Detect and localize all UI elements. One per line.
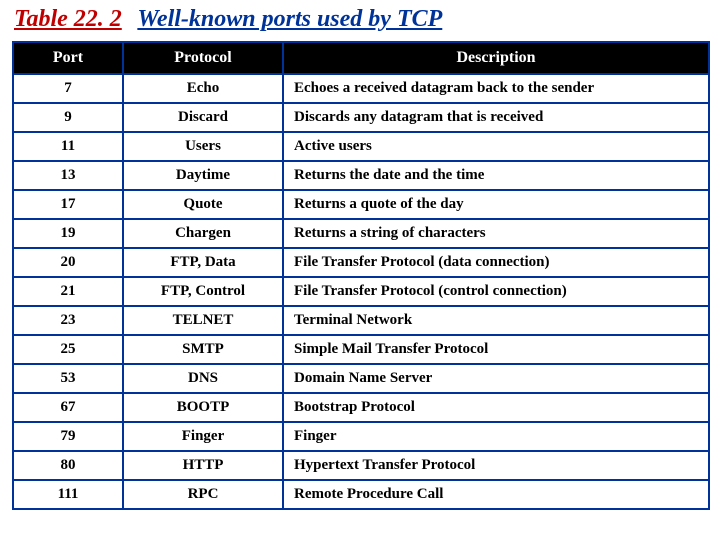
cell-protocol: Quote [123, 190, 283, 219]
cell-description: Discards any datagram that is received [283, 103, 709, 132]
cell-port: 13 [13, 161, 123, 190]
cell-port: 79 [13, 422, 123, 451]
cell-port: 7 [13, 74, 123, 103]
cell-description: Hypertext Transfer Protocol [283, 451, 709, 480]
cell-port: 53 [13, 364, 123, 393]
table-row: 67BOOTPBootstrap Protocol [13, 393, 709, 422]
cell-protocol: RPC [123, 480, 283, 509]
cell-description: File Transfer Protocol (data connection) [283, 248, 709, 277]
col-header-protocol: Protocol [123, 42, 283, 74]
cell-port: 11 [13, 132, 123, 161]
cell-description: Remote Procedure Call [283, 480, 709, 509]
cell-description: Terminal Network [283, 306, 709, 335]
cell-description: Returns the date and the time [283, 161, 709, 190]
cell-description: Echoes a received datagram back to the s… [283, 74, 709, 103]
cell-protocol: Daytime [123, 161, 283, 190]
cell-protocol: Users [123, 132, 283, 161]
cell-port: 111 [13, 480, 123, 509]
cell-port: 21 [13, 277, 123, 306]
cell-protocol: Chargen [123, 219, 283, 248]
table-row: 17QuoteReturns a quote of the day [13, 190, 709, 219]
table-header-row: Port Protocol Description [13, 42, 709, 74]
table-row: 80HTTPHypertext Transfer Protocol [13, 451, 709, 480]
table-row: 11UsersActive users [13, 132, 709, 161]
cell-port: 80 [13, 451, 123, 480]
table-row: 19ChargenReturns a string of characters [13, 219, 709, 248]
cell-description: Finger [283, 422, 709, 451]
table-caption: Well-known ports used by TCP [137, 6, 442, 32]
cell-protocol: FTP, Data [123, 248, 283, 277]
cell-description: Returns a string of characters [283, 219, 709, 248]
cell-port: 67 [13, 393, 123, 422]
table-number: Table 22. 2 [14, 6, 132, 32]
cell-protocol: Finger [123, 422, 283, 451]
table-row: 21FTP, ControlFile Transfer Protocol (co… [13, 277, 709, 306]
table-title: Table 22. 2 Well-known ports used by TCP [14, 6, 708, 33]
table-row: 53DNSDomain Name Server [13, 364, 709, 393]
cell-description: Returns a quote of the day [283, 190, 709, 219]
col-header-port: Port [13, 42, 123, 74]
table-row: 79FingerFinger [13, 422, 709, 451]
cell-protocol: BOOTP [123, 393, 283, 422]
cell-protocol: Discard [123, 103, 283, 132]
table-row: 13DaytimeReturns the date and the time [13, 161, 709, 190]
cell-protocol: DNS [123, 364, 283, 393]
cell-port: 19 [13, 219, 123, 248]
cell-protocol: SMTP [123, 335, 283, 364]
table-row: 7EchoEchoes a received datagram back to … [13, 74, 709, 103]
cell-protocol: HTTP [123, 451, 283, 480]
cell-protocol: FTP, Control [123, 277, 283, 306]
table-row: 9DiscardDiscards any datagram that is re… [13, 103, 709, 132]
cell-port: 20 [13, 248, 123, 277]
cell-description: Domain Name Server [283, 364, 709, 393]
cell-protocol: Echo [123, 74, 283, 103]
cell-description: Active users [283, 132, 709, 161]
table-row: 20FTP, DataFile Transfer Protocol (data … [13, 248, 709, 277]
table-row: 111RPCRemote Procedure Call [13, 480, 709, 509]
cell-port: 9 [13, 103, 123, 132]
ports-table: Port Protocol Description 7EchoEchoes a … [12, 41, 710, 510]
table-row: 25SMTPSimple Mail Transfer Protocol [13, 335, 709, 364]
col-header-description: Description [283, 42, 709, 74]
cell-port: 25 [13, 335, 123, 364]
cell-description: File Transfer Protocol (control connecti… [283, 277, 709, 306]
cell-port: 23 [13, 306, 123, 335]
cell-description: Simple Mail Transfer Protocol [283, 335, 709, 364]
cell-description: Bootstrap Protocol [283, 393, 709, 422]
table-row: 23TELNETTerminal Network [13, 306, 709, 335]
cell-protocol: TELNET [123, 306, 283, 335]
cell-port: 17 [13, 190, 123, 219]
